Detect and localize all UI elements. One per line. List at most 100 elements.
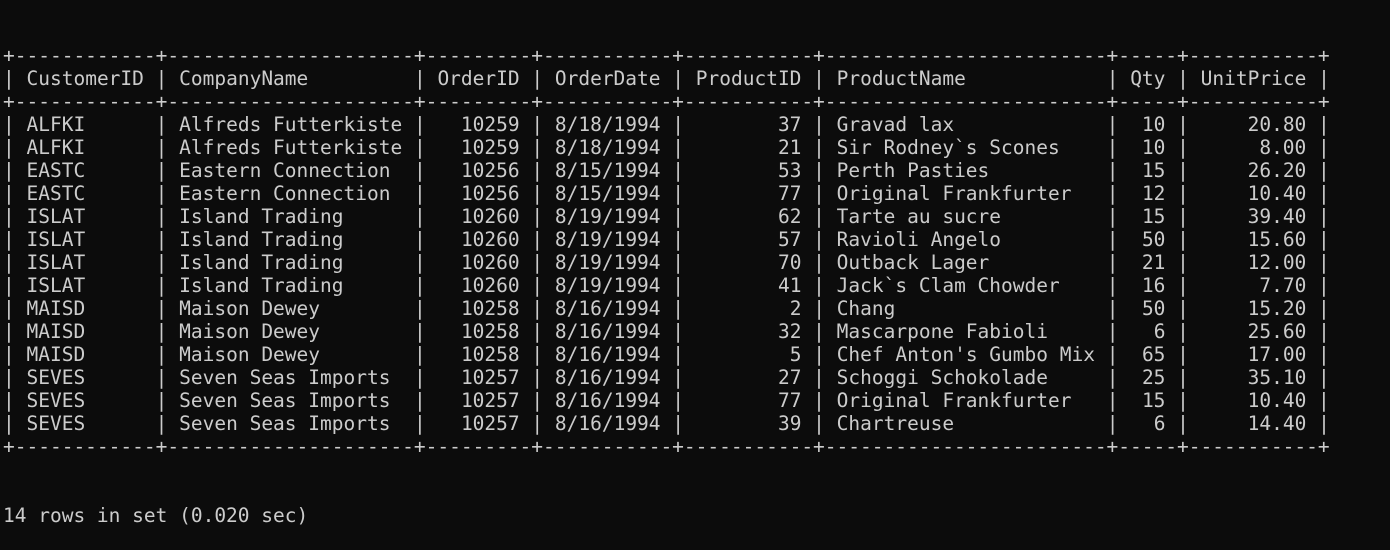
table-cell: 10257 <box>460 366 520 389</box>
table-cell: 37 <box>777 113 802 136</box>
table-cell: EASTC <box>26 159 86 182</box>
table-cell: ALFKI <box>26 113 86 136</box>
table-cell: 8/18/1994 <box>554 136 661 159</box>
table-cell: 6 <box>1153 412 1166 435</box>
table-cell: 6 <box>1153 320 1166 343</box>
table-cell: 10256 <box>460 159 520 182</box>
table-cell: ALFKI <box>26 136 86 159</box>
table-cell: 17.00 <box>1247 343 1307 366</box>
table-cell: 15.60 <box>1247 228 1307 251</box>
table-cell: MAISD <box>26 297 86 320</box>
table-cell: Chef Anton's Gumbo Mix <box>836 343 1095 366</box>
table-row: | SEVES | Seven Seas Imports | 10257 | 8… <box>3 366 1330 389</box>
terminal-output: +------------+---------------------+----… <box>3 0 1330 550</box>
table-cell: Alfreds Futterkiste <box>179 113 403 136</box>
table-border: +------------+---------------------+----… <box>3 90 1330 113</box>
table-cell: Tarte au sucre <box>836 205 1002 228</box>
table-cell: Jack`s Clam Chowder <box>836 274 1060 297</box>
table-cell: Ravioli Angelo <box>836 228 1002 251</box>
table-cell: Perth Pasties <box>836 159 990 182</box>
table-cell: 8.00 <box>1259 136 1307 159</box>
table-cell: 8/18/1994 <box>554 113 661 136</box>
table-cell: 25.60 <box>1247 320 1307 343</box>
table-cell: 15 <box>1141 389 1166 412</box>
table-cell: Sir Rodney`s Scones <box>836 136 1060 159</box>
table-row: | ISLAT | Island Trading | 10260 | 8/19/… <box>3 205 1330 228</box>
table-row: | MAISD | Maison Dewey | 10258 | 8/16/19… <box>3 343 1330 366</box>
table-cell: Island Trading <box>179 228 344 251</box>
table-cell: 32 <box>777 320 802 343</box>
table-cell: Eastern Connection <box>179 159 391 182</box>
table-cell: Seven Seas Imports <box>179 389 391 412</box>
result-table: +------------+---------------------+----… <box>3 44 1330 458</box>
table-cell: 8/16/1994 <box>554 412 661 435</box>
table-row: | MAISD | Maison Dewey | 10258 | 8/16/19… <box>3 297 1330 320</box>
table-cell: 50 <box>1141 228 1166 251</box>
table-cell: 10 <box>1141 136 1166 159</box>
table-cell: 8/15/1994 <box>554 159 661 182</box>
table-cell: Chartreuse <box>836 412 955 435</box>
table-cell: 35.10 <box>1247 366 1307 389</box>
table-cell: EASTC <box>26 182 86 205</box>
table-cell: 8/16/1994 <box>554 389 661 412</box>
table-header-row: | CustomerID | CompanyName | OrderID | O… <box>3 67 1330 90</box>
table-cell: SEVES <box>26 412 86 435</box>
table-cell: 12 <box>1141 182 1166 205</box>
table-cell: 10258 <box>460 320 520 343</box>
table-cell: 8/16/1994 <box>554 297 661 320</box>
table-cell: ISLAT <box>26 251 86 274</box>
table-cell: MAISD <box>26 343 86 366</box>
table-cell: 62 <box>777 205 802 228</box>
column-header: OrderDate <box>554 67 661 90</box>
table-cell: 8/19/1994 <box>554 274 661 297</box>
table-cell: 8/19/1994 <box>554 228 661 251</box>
table-cell: 10258 <box>460 343 520 366</box>
column-header: OrderID <box>437 67 520 90</box>
table-cell: 10259 <box>460 136 520 159</box>
table-cell: 10260 <box>460 251 520 274</box>
table-cell: 7.70 <box>1259 274 1307 297</box>
table-row: | ISLAT | Island Trading | 10260 | 8/19/… <box>3 228 1330 251</box>
table-cell: 10260 <box>460 274 520 297</box>
table-cell: 10256 <box>460 182 520 205</box>
table-cell: 20.80 <box>1247 113 1307 136</box>
table-cell: Seven Seas Imports <box>179 412 391 435</box>
table-row: | MAISD | Maison Dewey | 10258 | 8/16/19… <box>3 320 1330 343</box>
table-cell: 27 <box>777 366 802 389</box>
table-cell: 15.20 <box>1247 297 1307 320</box>
table-cell: 8/19/1994 <box>554 251 661 274</box>
status-line: 14 rows in set (0.020 sec) <box>3 504 309 527</box>
table-cell: 8/16/1994 <box>554 366 661 389</box>
table-cell: 39.40 <box>1247 205 1307 228</box>
table-cell: Maison Dewey <box>179 297 321 320</box>
column-header: Qty <box>1130 67 1166 90</box>
table-row: | SEVES | Seven Seas Imports | 10257 | 8… <box>3 389 1330 412</box>
table-cell: 53 <box>777 159 802 182</box>
column-header: ProductID <box>695 67 802 90</box>
table-cell: 39 <box>777 412 802 435</box>
table-cell: Island Trading <box>179 205 344 228</box>
table-cell: 8/16/1994 <box>554 320 661 343</box>
table-row: | SEVES | Seven Seas Imports | 10257 | 8… <box>3 412 1330 435</box>
table-cell: 10257 <box>460 389 520 412</box>
table-row: | EASTC | Eastern Connection | 10256 | 8… <box>3 182 1330 205</box>
column-header: CustomerID <box>26 67 144 90</box>
table-cell: Seven Seas Imports <box>179 366 391 389</box>
table-cell: Outback Lager <box>836 251 990 274</box>
table-cell: 10.40 <box>1247 182 1307 205</box>
table-cell: 57 <box>777 228 802 251</box>
table-cell: 77 <box>777 182 802 205</box>
table-cell: Maison Dewey <box>179 343 321 366</box>
table-cell: 15 <box>1141 205 1166 228</box>
table-cell: Eastern Connection <box>179 182 391 205</box>
table-cell: ISLAT <box>26 274 86 297</box>
table-row: | EASTC | Eastern Connection | 10256 | 8… <box>3 159 1330 182</box>
table-cell: MAISD <box>26 320 86 343</box>
table-cell: 21 <box>1141 251 1166 274</box>
table-cell: 10.40 <box>1247 389 1307 412</box>
table-cell: 10260 <box>460 205 520 228</box>
table-cell: 12.00 <box>1247 251 1307 274</box>
table-cell: 50 <box>1141 297 1166 320</box>
table-cell: 70 <box>777 251 802 274</box>
table-cell: Island Trading <box>179 251 344 274</box>
